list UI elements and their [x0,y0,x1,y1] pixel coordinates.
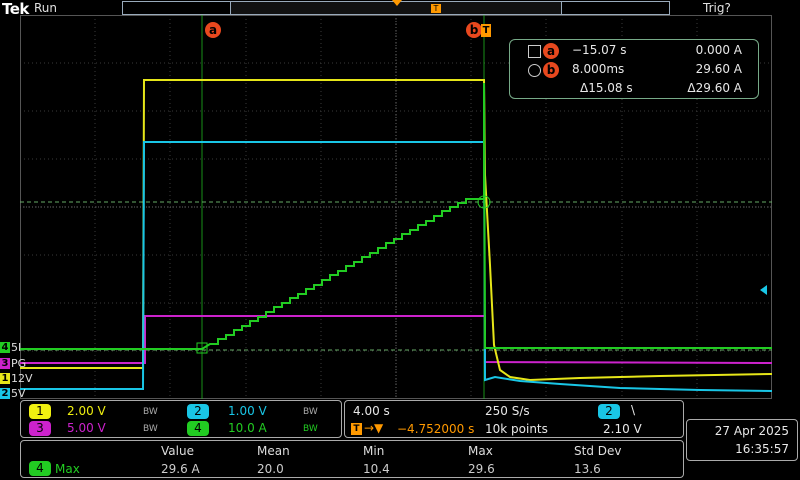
timebase-panel[interactable]: 4.00 s 250 S/s 2 \ T →▼ −4.752000 s 10k … [344,400,684,438]
time: 16:35:57 [735,442,789,456]
ch1-badge[interactable]: 1 [29,404,51,419]
meas-name: Max [55,462,80,476]
record-trigger-marker: T [431,4,441,13]
cursor-b-value: 29.60 A [695,62,742,76]
ch4-marker[interactable]: 4 5I [0,342,21,353]
meas-mean: 20.0 [257,462,284,476]
meas-value: 29.6 A [161,462,200,476]
meas-max: 29.6 [468,462,495,476]
trigger-position-arrow [392,0,402,6]
trigger-time-marker[interactable]: T [481,24,491,37]
ch2-marker[interactable]: 2 5V [0,388,26,399]
timebase-scale: 4.00 s [353,404,390,418]
ch3-marker[interactable]: 3 PG [0,358,26,369]
cursor-delta-time: Δ15.08 s [580,81,633,95]
trigger-position-arrow-icon: →▼ [364,421,384,435]
cursor-b-readout-label: b [543,62,559,78]
meas-header-max: Max [468,444,493,458]
meas-channel-badge[interactable]: 4 [29,461,51,476]
trigger-state: Trig? [703,1,731,15]
cursor-a-time: −15.07 s [572,43,627,57]
ch3-scale: 5.00 V [67,421,106,435]
cursor-a-square-icon [528,45,541,58]
meas-header-mean: Mean [257,444,290,458]
ch3-bw-icon: BW [143,424,158,434]
run-state: Run [34,1,58,15]
meas-stddev: 13.6 [574,462,601,476]
cursor-a-label[interactable]: a [205,22,221,38]
meas-min: 10.4 [363,462,390,476]
ch2-scale: 1.00 V [228,404,267,418]
cursor-readout-panel[interactable]: a −15.07 s 0.000 A b 8.000ms 29.60 A Δ15… [509,39,759,99]
trigger-slope-icon: \ [631,403,636,417]
record-length: 10k points [485,422,548,436]
cursor-b-circle-icon [528,64,541,77]
meas-header-value: Value [161,444,194,458]
date: 27 Apr 2025 [714,424,789,438]
meas-header-min: Min [363,444,385,458]
trigger-position-icon: T [351,423,362,435]
ch2-bw-icon: BW [303,407,318,417]
sample-rate: 250 S/s [485,404,530,418]
ch3-badge[interactable]: 3 [29,421,51,436]
ch2-badge[interactable]: 2 [187,404,209,419]
trigger-level: 2.10 V [603,422,642,436]
cursor-delta-value: Δ29.60 A [687,81,742,95]
cursor-a-value: 0.000 A [695,43,742,57]
trigger-position: −4.752000 s [397,422,475,436]
measurement-panel[interactable]: Value Mean Min Max Std Dev 4 Max 29.6 A … [20,440,684,478]
datetime-panel: 27 Apr 2025 16:35:57 [686,419,798,461]
ch1-scale: 2.00 V [67,404,106,418]
channel-scale-panel[interactable]: 1 2.00 V BW 2 1.00 V BW 3 5.00 V BW 4 10… [20,400,342,438]
meas-header-stddev: Std Dev [574,444,622,458]
ch1-bw-icon: BW [143,407,158,417]
trigger-level-arrow[interactable] [760,285,767,295]
cursor-a-readout-label: a [543,43,559,59]
cursor-b-label[interactable]: b [466,22,482,38]
ch4-scale: 10.0 A [228,421,267,435]
cursor-b-time: 8.000ms [572,62,625,76]
ch4-bw-icon: BW [303,424,318,434]
ch4-badge[interactable]: 4 [187,421,209,436]
ch1-marker[interactable]: 1 12V [0,373,33,384]
trigger-source-badge[interactable]: 2 [598,404,620,419]
